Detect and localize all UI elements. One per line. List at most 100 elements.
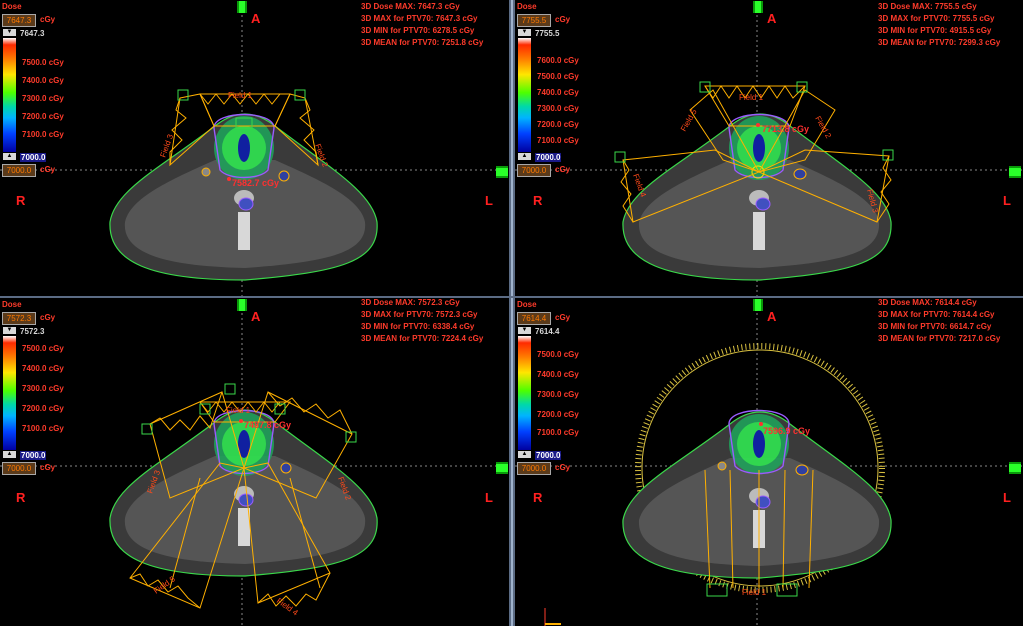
orientation-anterior: A (767, 309, 777, 324)
dose-point-label: 7713.8 cGy (762, 124, 809, 134)
orientation-left: L (1003, 193, 1011, 208)
stat-ptv-min: 3D MIN for PTV70: 6338.4 cGy (361, 322, 475, 331)
ct-slice-view[interactable]: Field 1 7596.9 cGy (515, 298, 1023, 626)
colorbar-tick: 7500.0 cGy (537, 350, 579, 359)
dose-legend-title: Dose (2, 300, 22, 309)
stat-ptv-min: 3D MIN for PTV70: 6614.7 cGy (878, 322, 992, 331)
viewport-bottom-left[interactable]: Field 1 Field 2 Field 3 Field 4 Field 5 … (0, 298, 509, 626)
vertical-splitter[interactable] (509, 0, 515, 626)
crosshair-handle-right[interactable] (1009, 462, 1021, 474)
colorbar-max-value: 7572.3 (20, 327, 45, 336)
colorbar-tick: 7200.0 cGy (22, 112, 64, 121)
dose-colorbar[interactable] (3, 38, 16, 152)
colorbar-tick: 7500.0 cGy (22, 58, 64, 67)
orientation-right: R (533, 193, 543, 208)
colorbar-up-arrow-icon[interactable]: ▼ (3, 29, 16, 36)
colorbar-tick: 7300.0 cGy (22, 384, 64, 393)
colorbar-up-arrow-icon[interactable]: ▼ (3, 327, 16, 334)
colorbar-max-value: 7614.4 (535, 327, 560, 336)
dose-point-label: 7487.8 cGy (244, 420, 291, 430)
field-1-label: Field 1 (739, 93, 764, 102)
orientation-right: R (533, 490, 543, 505)
colorbar-tick: 7100.0 cGy (537, 428, 579, 437)
field-1-label: Field 1 (228, 91, 253, 100)
colorbar-tick: 7400.0 cGy (22, 76, 64, 85)
dose-unit-label: cGy (555, 15, 571, 24)
field-4-label: Field 4 (275, 596, 300, 617)
colorbar-min-value: 7000.0 (20, 451, 47, 460)
crosshair-handle-top[interactable] (237, 299, 247, 311)
stat-ptv-max: 3D MAX for PTV70: 7755.5 cGy (878, 14, 995, 23)
crosshair-handle-top[interactable] (753, 1, 763, 13)
dose-max-input[interactable]: 7572.3 (2, 312, 36, 325)
dose-unit-label: cGy (40, 15, 56, 24)
viewport-top-right[interactable]: Field 1 Field 2 Field 3 Field 4 Field 5 … (515, 0, 1023, 296)
orientation-anterior: A (251, 309, 261, 324)
stat-ptv-max: 3D MAX for PTV70: 7572.3 cGy (361, 310, 478, 319)
colorbar-max-value: 7755.5 (535, 29, 560, 38)
colorbar-tick: 7200.0 cGy (22, 404, 64, 413)
crosshair-handle-right[interactable] (496, 462, 508, 474)
ct-slice-view[interactable]: Field 1 Field 2 Field 3 Field 4 Field 5 … (0, 298, 509, 626)
colorbar-min-value: 7000.0 (535, 153, 562, 162)
viewport-top-left[interactable]: Field 1 Field 2 Field 3 7582.7 cGy Dose … (0, 0, 509, 296)
dose-min-input[interactable]: 7000.0 (517, 164, 551, 177)
dose-legend-title: Dose (517, 300, 537, 309)
colorbar-min-value: 7000.0 (535, 451, 562, 460)
viewport-bottom-right[interactable]: Field 1 7596.9 cGy Dose 7614.4 cGy ▼ 761… (515, 298, 1023, 626)
dose-max-input[interactable]: 7614.4 (517, 312, 551, 325)
colorbar-tick: 7100.0 cGy (537, 136, 579, 145)
dose-colorbar[interactable] (518, 38, 531, 152)
orientation-left: L (1003, 490, 1011, 505)
dose-point-label: 7596.9 cGy (763, 426, 810, 436)
stat-ptv-mean: 3D MEAN for PTV70: 7224.4 cGy (361, 334, 484, 343)
colorbar-tick: 7400.0 cGy (22, 364, 64, 373)
stat-ptv-max: 3D MAX for PTV70: 7614.4 cGy (878, 310, 995, 319)
crosshair-handle-right[interactable] (496, 166, 508, 178)
dose-min-input[interactable]: 7000.0 (2, 164, 36, 177)
colorbar-tick: 7400.0 cGy (537, 88, 579, 97)
crosshair-handle-top[interactable] (753, 299, 763, 311)
dose-min-input[interactable]: 7000.0 (2, 462, 36, 475)
colorbar-tick: 7500.0 cGy (537, 72, 579, 81)
orientation-right: R (16, 193, 26, 208)
dose-colorbar[interactable] (3, 336, 16, 450)
dose-point-label: 7582.7 cGy (232, 178, 279, 188)
colorbar-max-value: 7647.3 (20, 29, 45, 38)
colorbar-up-arrow-icon[interactable]: ▼ (518, 29, 531, 36)
colorbar-down-arrow-icon[interactable]: ▲ (518, 451, 531, 458)
dose-max-input[interactable]: 7755.5 (517, 14, 551, 27)
dose-legend-title: Dose (2, 2, 22, 11)
dose-unit-label: cGy (555, 165, 571, 174)
dose-unit-label: cGy (40, 463, 56, 472)
field-1-label: Field 1 (742, 588, 767, 597)
dose-legend-title: Dose (517, 2, 537, 11)
dose-unit-label: cGy (40, 165, 56, 174)
dose-unit-label: cGy (40, 313, 56, 322)
dose-max-input[interactable]: 7647.3 (2, 14, 36, 27)
colorbar-down-arrow-icon[interactable]: ▲ (518, 153, 531, 160)
crosshair-handle-right[interactable] (1009, 166, 1021, 178)
orientation-left: L (485, 490, 493, 505)
orientation-right: R (16, 490, 26, 505)
stat-ptv-mean: 3D MEAN for PTV70: 7299.3 cGy (878, 38, 1001, 47)
field-5-label: Field 5 (679, 107, 699, 133)
horizontal-splitter[interactable] (0, 296, 1023, 298)
colorbar-up-arrow-icon[interactable]: ▼ (518, 327, 531, 334)
colorbar-tick: 7200.0 cGy (537, 410, 579, 419)
colorbar-down-arrow-icon[interactable]: ▲ (3, 451, 16, 458)
dose-unit-label: cGy (555, 313, 571, 322)
colorbar-tick: 7200.0 cGy (537, 120, 579, 129)
dose-colorbar[interactable] (518, 336, 531, 450)
crosshair-handle-top[interactable] (237, 1, 247, 13)
orientation-left: L (485, 193, 493, 208)
stat-dose-max: 3D Dose MAX: 7755.5 cGy (878, 2, 977, 11)
field-4-label: Field 4 (631, 173, 648, 199)
stat-ptv-mean: 3D MEAN for PTV70: 7217.0 cGy (878, 334, 1001, 343)
colorbar-min-value: 7000.0 (20, 153, 47, 162)
stat-ptv-min: 3D MIN for PTV70: 4915.5 cGy (878, 26, 992, 35)
stat-ptv-max: 3D MAX for PTV70: 7647.3 cGy (361, 14, 478, 23)
stat-dose-max: 3D Dose MAX: 7572.3 cGy (361, 298, 460, 307)
colorbar-down-arrow-icon[interactable]: ▲ (3, 153, 16, 160)
dose-min-input[interactable]: 7000.0 (517, 462, 551, 475)
